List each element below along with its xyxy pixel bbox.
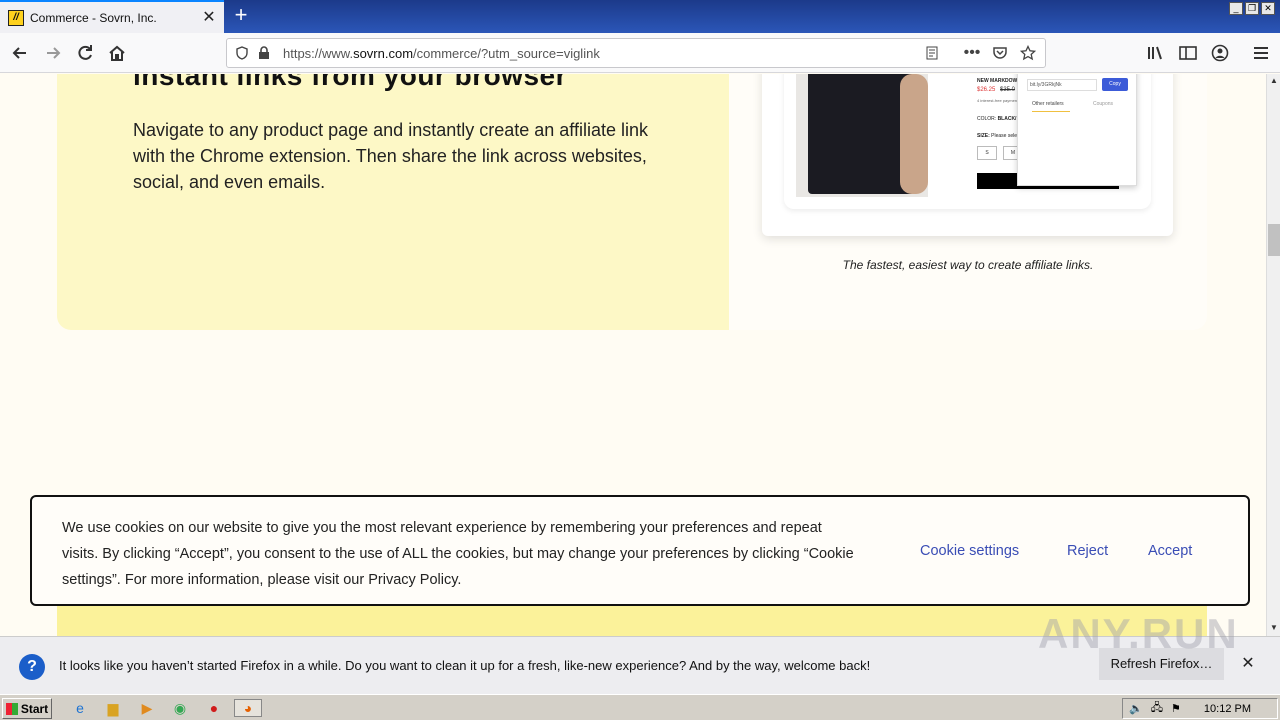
size-option: S <box>977 146 997 160</box>
product-photo <box>796 74 928 197</box>
start-label: Start <box>20 701 49 716</box>
opera-icon[interactable]: ● <box>204 699 224 717</box>
sidebar-icon <box>1179 46 1197 60</box>
restore-button[interactable]: ❐ <box>1245 2 1259 15</box>
sidebar-button[interactable] <box>1176 41 1200 65</box>
pocket-icon[interactable] <box>989 42 1011 64</box>
windows-logo-icon <box>5 702 18 715</box>
windows-taskbar: Start e ▆ ▶ ◉ ● ◕ 🔈 🖧 ⚑ 10:12 PM <box>0 694 1280 720</box>
address-bar[interactable]: https://www.sovrn.com/commerce/?utm_sour… <box>226 38 1046 68</box>
reject-button[interactable]: Reject <box>1067 543 1108 559</box>
home-icon <box>109 45 125 61</box>
url-text[interactable]: https://www.sovrn.com/commerce/?utm_sour… <box>283 46 921 61</box>
more-actions-icon[interactable]: ••• <box>961 42 983 64</box>
feature-heading: instant links from your browser <box>133 74 568 91</box>
image-caption: The fastest, easiest way to create affil… <box>842 258 1094 272</box>
notification-message: It looks like you haven’t started Firefo… <box>59 658 871 673</box>
tab-other-retailers: Other retailers <box>1032 101 1070 112</box>
arrow-left-icon <box>12 47 26 59</box>
bookmark-star-icon[interactable] <box>1017 42 1039 64</box>
chrome-icon[interactable]: ◉ <box>170 699 190 717</box>
watermark-logo: ANY.RUN <box>1038 610 1239 657</box>
close-window-button[interactable]: ✕ <box>1261 2 1275 15</box>
cookie-banner: We use cookies on our website to give yo… <box>30 495 1250 606</box>
system-tray: 🔈 🖧 ⚑ 10:12 PM <box>1122 698 1278 719</box>
hamburger-icon <box>1254 47 1268 59</box>
lock-icon[interactable] <box>253 42 275 64</box>
arm-shape <box>900 74 928 194</box>
reload-button[interactable] <box>73 41 97 65</box>
library-button[interactable] <box>1144 41 1168 65</box>
back-button[interactable] <box>8 41 32 65</box>
media-player-icon[interactable]: ▶ <box>137 699 157 717</box>
tab-title: Commerce - Sovrn, Inc. <box>30 10 157 25</box>
browser-titlebar: // Commerce - Sovrn, Inc. ✕ + _ ❐ ✕ <box>0 0 1280 33</box>
close-icon[interactable]: ✕ <box>1238 654 1258 674</box>
feature-description: Navigate to any product page and instant… <box>133 120 648 192</box>
scroll-down-icon[interactable]: ▼ <box>1267 621 1280 635</box>
scroll-up-icon[interactable]: ▲ <box>1267 74 1280 88</box>
product-title: NEW MARKDOW <box>977 78 1018 84</box>
copy-button: Copy <box>1102 78 1128 91</box>
folder-icon[interactable]: ▆ <box>103 699 123 717</box>
accept-button[interactable]: Accept <box>1148 543 1192 559</box>
forward-button[interactable] <box>41 41 65 65</box>
vertical-scrollbar[interactable]: ▲ ▼ <box>1266 74 1280 636</box>
navigation-toolbar: https://www.sovrn.com/commerce/?utm_sour… <box>0 33 1280 73</box>
tab-close-icon[interactable]: ✕ <box>200 9 218 27</box>
cookie-settings-button[interactable]: Cookie settings <box>920 543 1019 559</box>
tab-active[interactable]: // Commerce - Sovrn, Inc. ✕ <box>0 0 224 33</box>
question-icon: ? <box>19 654 45 680</box>
flag-icon[interactable]: ⚑ <box>1171 702 1181 715</box>
cookie-message: We use cookies on our website to give yo… <box>62 520 854 588</box>
menu-button[interactable] <box>1249 41 1273 65</box>
reader-view-icon[interactable] <box>921 42 943 64</box>
start-button[interactable]: Start <box>2 698 52 719</box>
account-button[interactable] <box>1208 41 1232 65</box>
sovrn-logo-icon: // <box>8 9 24 26</box>
feature-card-yellow <box>57 74 729 330</box>
new-tab-button[interactable]: + <box>230 4 252 28</box>
home-button[interactable] <box>105 41 129 65</box>
library-icon <box>1148 46 1162 60</box>
price-original: $35.0 <box>1000 87 1016 93</box>
arrow-right-icon <box>47 47 61 59</box>
reload-icon <box>78 45 92 60</box>
shield-icon[interactable] <box>231 42 253 64</box>
network-icon[interactable]: 🖧 <box>1151 699 1163 718</box>
link-field: bit.ly/3GRkjNk <box>1027 79 1097 91</box>
price-sale: $26.25 <box>977 87 996 93</box>
scroll-thumb[interactable] <box>1268 224 1280 256</box>
ie-icon[interactable]: e <box>70 699 90 717</box>
clock: 10:12 PM <box>1203 702 1251 715</box>
minimize-button[interactable]: _ <box>1229 2 1243 15</box>
tab-coupons: Coupons <box>1093 101 1114 107</box>
volume-icon[interactable]: 🔈 <box>1129 702 1143 715</box>
color-label: COLOR: BLACK/ <box>977 116 1017 122</box>
firefox-taskbar-button[interactable]: ◕ <box>234 699 262 717</box>
account-icon <box>1211 44 1229 62</box>
size-label: SIZE: Please sele <box>977 133 1018 139</box>
payment-note: 4 interest-free payment <box>977 98 1019 103</box>
